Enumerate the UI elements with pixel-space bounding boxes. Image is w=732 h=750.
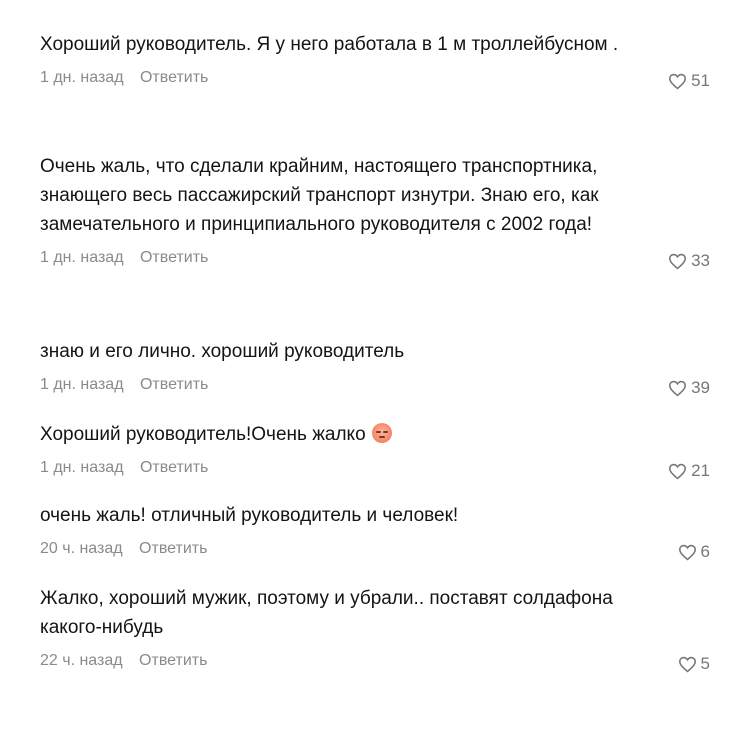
comment-meta: 22 ч. назад Ответить 5 [40,652,710,674]
heart-icon [678,656,696,672]
reply-button[interactable]: Ответить [140,69,208,87]
comment: знаю и его лично. хороший руководитель 1… [40,337,710,398]
comment: Хороший руководитель. Я у него работала … [40,30,710,91]
comment-time: 1 дн. назад [40,376,124,393]
comment-meta: 1 дн. назад Ответить 21 [40,459,710,481]
like-count: 51 [691,71,710,90]
like-button[interactable]: 33 [668,251,710,271]
comment-time: 22 ч. назад [40,652,123,669]
comment-text: Хороший руководитель!Очень жалко [40,420,660,449]
heart-icon [669,380,687,396]
reply-button[interactable]: Ответить [140,249,208,267]
like-button[interactable]: 21 [668,461,710,481]
reply-button[interactable]: Ответить [139,652,207,670]
comment-meta: 1 дн. назад Ответить 39 [40,376,710,398]
reply-button[interactable]: Ответить [139,540,207,558]
like-count: 6 [700,542,710,561]
heart-icon [669,463,687,479]
comment-meta: 1 дн. назад Ответить 51 [40,69,710,91]
like-button[interactable]: 51 [668,71,710,91]
heart-icon [669,73,687,89]
comment-text: знаю и его лично. хороший руководитель [40,341,405,362]
heart-icon [669,253,687,269]
reply-button[interactable]: Ответить [140,459,208,477]
comment-meta: 1 дн. назад Ответить 33 [40,249,710,271]
like-count: 5 [700,654,710,673]
comment-text: Хороший руководитель. Я у него работала … [40,34,619,55]
reply-button[interactable]: Ответить [140,376,208,394]
comment: Очень жаль, что сделали крайним, настоящ… [40,152,710,271]
like-count: 39 [691,378,710,397]
comment-time: 1 дн. назад [40,459,124,476]
pensive-face-emoji-icon [371,423,392,443]
comment-text: очень жаль! отличный руководитель и чело… [40,505,459,526]
comment-text-content: Хороший руководитель!Очень жалко [40,424,366,445]
comment-text: Очень жаль, что сделали крайним, настоящ… [40,156,599,235]
like-button[interactable]: 39 [668,378,710,398]
heart-icon [678,544,696,560]
comment: очень жаль! отличный руководитель и чело… [40,501,710,562]
like-button[interactable]: 5 [678,654,710,674]
like-count: 21 [691,461,710,480]
comment: Хороший руководитель!Очень жалко 1 дн. н… [40,420,710,481]
comment: Жалко, хороший мужик, поэтому и убрали..… [40,584,710,674]
comment-meta: 20 ч. назад Ответить 6 [40,540,710,562]
like-count: 33 [691,251,710,270]
comment-time: 20 ч. назад [40,540,123,557]
comment-time: 1 дн. назад [40,69,124,86]
comment-text: Жалко, хороший мужик, поэтому и убрали..… [40,588,613,638]
comment-time: 1 дн. назад [40,249,124,266]
like-button[interactable]: 6 [678,542,710,562]
